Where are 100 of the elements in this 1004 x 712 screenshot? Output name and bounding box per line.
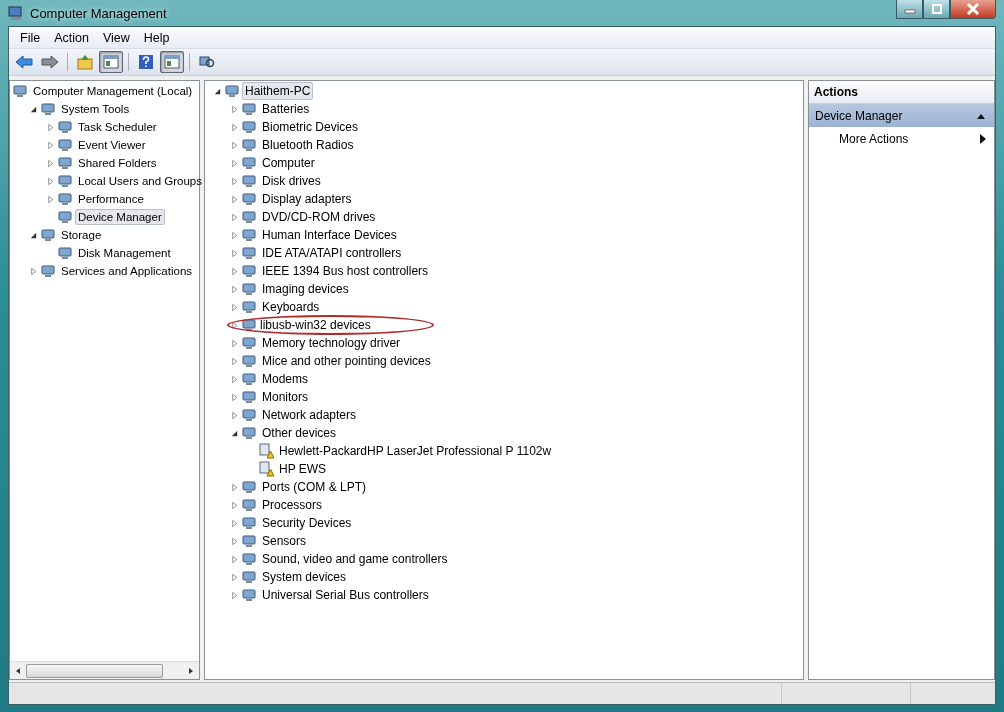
tree-item[interactable]: Other devices bbox=[259, 424, 340, 442]
tree-item[interactable]: IDE ATA/ATAPI controllers bbox=[259, 244, 405, 262]
action-link[interactable]: More Actions bbox=[839, 131, 909, 146]
tree-item[interactable]: DVD/CD-ROM drives bbox=[259, 208, 379, 226]
tree-item[interactable]: Computer Management (Local) bbox=[30, 83, 196, 99]
tree-item[interactable]: HP EWS bbox=[276, 460, 330, 478]
tree-item[interactable]: Disk Management bbox=[75, 245, 174, 261]
device-icon bbox=[241, 353, 257, 369]
tree-item[interactable]: Shared Folders bbox=[75, 155, 160, 171]
expand-arrow-icon[interactable] bbox=[230, 320, 239, 330]
maximize-icon bbox=[930, 4, 943, 14]
device-icon bbox=[241, 191, 257, 207]
collapse-arrow-icon[interactable] bbox=[230, 428, 239, 438]
device-icon bbox=[12, 83, 28, 99]
tree-item[interactable]: Sound, video and game controllers bbox=[259, 550, 451, 568]
device-icon bbox=[241, 533, 257, 549]
toolbar-button[interactable] bbox=[99, 51, 123, 73]
actions-section[interactable]: Device Manager bbox=[809, 104, 994, 127]
back-arrow-icon bbox=[15, 54, 33, 70]
tree-item[interactable]: Haithem-PC bbox=[242, 82, 314, 100]
menu-item[interactable]: File bbox=[13, 30, 48, 45]
tree-item[interactable]: Bluetooth Radios bbox=[259, 136, 357, 154]
maximize-button[interactable] bbox=[923, 0, 950, 19]
device-icon bbox=[241, 335, 257, 351]
tree-item[interactable]: Mice and other pointing devices bbox=[259, 352, 434, 370]
tree-item[interactable]: Human Interface Devices bbox=[259, 226, 400, 244]
device-icon bbox=[57, 191, 73, 207]
tree-item[interactable]: Disk drives bbox=[259, 172, 324, 190]
device-icon bbox=[241, 587, 257, 603]
tree-item[interactable]: Services and Applications bbox=[58, 263, 196, 279]
tree-item[interactable]: Hewlett-PackardHP LaserJet Professional P 1102w bbox=[276, 442, 555, 460]
collapse-arrow-icon[interactable] bbox=[29, 104, 38, 114]
tree-item[interactable]: Ports (COM & LPT) bbox=[259, 478, 369, 496]
device-icon bbox=[57, 137, 73, 153]
pane-icon bbox=[164, 55, 180, 69]
tree-item[interactable]: IEEE 1394 Bus host controllers bbox=[259, 262, 432, 280]
collapse-arrow-icon[interactable] bbox=[213, 86, 222, 96]
tree-item[interactable]: Batteries bbox=[259, 100, 313, 118]
tree-item[interactable]: Memory technology driver bbox=[259, 334, 404, 352]
device-icon bbox=[224, 83, 240, 99]
close-button[interactable] bbox=[950, 0, 996, 19]
device-icon bbox=[241, 137, 257, 153]
tree-item[interactable]: Event Viewer bbox=[75, 137, 149, 153]
tree-item[interactable]: Local Users and Groups bbox=[75, 173, 205, 189]
tree-item[interactable]: Sensors bbox=[259, 532, 310, 550]
device-icon bbox=[241, 281, 257, 297]
device-icon bbox=[241, 173, 257, 189]
device-icon bbox=[241, 155, 257, 171]
menu-item[interactable]: Action bbox=[47, 30, 96, 45]
minimize-button[interactable] bbox=[896, 0, 923, 19]
scroll-right-icon[interactable] bbox=[187, 666, 195, 675]
tree-item[interactable]: Processors bbox=[259, 496, 326, 514]
device-icon bbox=[241, 227, 257, 243]
device-icon bbox=[57, 119, 73, 135]
tree-item[interactable]: Network adapters bbox=[259, 406, 360, 424]
tree-item[interactable]: Keyboards bbox=[259, 298, 323, 316]
warning-device-icon bbox=[258, 443, 274, 459]
device-icon bbox=[241, 119, 257, 135]
tree-item[interactable]: Security Devices bbox=[259, 514, 355, 532]
collapse-arrow-icon[interactable] bbox=[29, 230, 38, 240]
tree-item[interactable]: Device Manager bbox=[75, 209, 165, 225]
tree-item[interactable]: Imaging devices bbox=[259, 280, 352, 298]
tree-item[interactable]: Monitors bbox=[259, 388, 311, 406]
device-icon bbox=[241, 209, 257, 225]
device-icon bbox=[241, 101, 257, 117]
actions-header: Actions bbox=[809, 81, 994, 104]
window-title: Computer Management bbox=[30, 5, 167, 21]
device-icon bbox=[241, 263, 257, 279]
folder-up-icon bbox=[77, 54, 93, 70]
tree-item[interactable]: Modems bbox=[259, 370, 311, 388]
device-icon bbox=[40, 101, 56, 117]
toolbar-button[interactable] bbox=[160, 51, 184, 73]
horizontal-scrollbar[interactable] bbox=[10, 661, 199, 679]
forward-arrow-icon bbox=[41, 54, 59, 70]
scroll-left-icon[interactable] bbox=[14, 666, 22, 675]
device-icon bbox=[241, 515, 257, 531]
tree-item[interactable]: Display adapters bbox=[259, 190, 355, 208]
help-icon bbox=[138, 54, 154, 70]
submenu-arrow-icon bbox=[980, 133, 986, 144]
tree-item[interactable]: Performance bbox=[75, 191, 147, 207]
device-icon bbox=[241, 317, 257, 333]
tree-item[interactable]: Task Scheduler bbox=[75, 119, 160, 135]
device-icon bbox=[241, 245, 257, 261]
tree-item[interactable]: Storage bbox=[58, 227, 105, 243]
section-title: Device Manager bbox=[815, 108, 903, 123]
menu-item[interactable]: Help bbox=[136, 30, 177, 45]
menu-item[interactable]: View bbox=[95, 30, 137, 45]
tree-item[interactable]: Computer bbox=[259, 154, 318, 172]
tree-item[interactable]: System devices bbox=[259, 568, 350, 586]
device-icon bbox=[57, 155, 73, 171]
close-icon bbox=[966, 3, 980, 15]
tree-item[interactable]: libusb-win32 devices bbox=[229, 317, 432, 333]
tree-item[interactable]: Biometric Devices bbox=[259, 118, 362, 136]
device-icon bbox=[57, 245, 73, 261]
device-icon bbox=[241, 407, 257, 423]
tree-item[interactable]: Universal Serial Bus controllers bbox=[259, 586, 432, 604]
device-icon bbox=[241, 479, 257, 495]
device-icon bbox=[241, 371, 257, 387]
device-icon bbox=[57, 173, 73, 189]
tree-item[interactable]: System Tools bbox=[58, 101, 133, 117]
